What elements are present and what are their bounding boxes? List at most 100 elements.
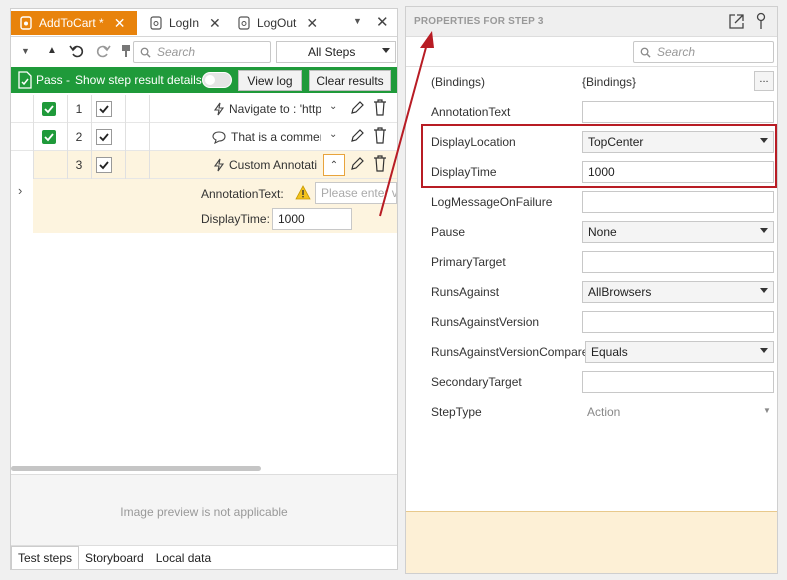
- show-details-toggle[interactable]: [202, 72, 232, 88]
- action-bolt-icon: [213, 102, 225, 116]
- property-row-step-type: StepType Action ▼: [406, 397, 777, 427]
- annotation-text-input[interactable]: Please enter valu: [315, 182, 397, 204]
- step-row[interactable]: 2 That is a commer ⌄: [11, 123, 397, 151]
- collapse-chevron-icon[interactable]: ▼: [21, 46, 30, 56]
- steps-search-input[interactable]: Search: [133, 41, 271, 63]
- move-up-icon[interactable]: ▲: [47, 45, 57, 56]
- property-label: PrimaryTarget: [431, 255, 506, 269]
- step-row-selected[interactable]: 3 Custom Annotati ⌃: [11, 151, 397, 179]
- step-number: 1: [75, 102, 83, 116]
- properties-title: PROPERTIES FOR STEP 3: [414, 16, 544, 27]
- step-result-check-icon: [42, 102, 56, 116]
- bindings-edit-button[interactable]: ...: [754, 71, 774, 91]
- step-description: That is a commer: [231, 130, 321, 144]
- search-icon: [140, 47, 151, 58]
- step-enabled-checkbox[interactable]: [96, 101, 112, 117]
- tab-addtocart[interactable]: AddToCart * ✕: [11, 11, 137, 35]
- property-row-primary-target: PrimaryTarget: [406, 247, 777, 277]
- version-compare-select[interactable]: Equals: [585, 341, 774, 363]
- step-number: 2: [75, 130, 83, 144]
- log-message-field[interactable]: [582, 191, 774, 213]
- property-row-runs-against-version: RunsAgainstVersion: [406, 307, 777, 337]
- display-time-input[interactable]: 1000: [272, 208, 352, 230]
- tab-storyboard[interactable]: Storyboard: [79, 546, 150, 569]
- step-inline-editor: AnnotationText: Please enter valu Displa…: [33, 179, 397, 233]
- pause-select[interactable]: None: [582, 221, 774, 243]
- row-expander[interactable]: ›: [11, 179, 33, 233]
- properties-search-input[interactable]: Search: [633, 41, 774, 63]
- undo-icon[interactable]: [69, 43, 85, 59]
- property-label: RunsAgainstVersionCompare: [431, 345, 589, 359]
- property-value: {Bindings}: [582, 75, 637, 89]
- tab-list-chevron-icon[interactable]: ▼: [353, 16, 362, 26]
- action-bolt-icon: [213, 158, 225, 172]
- close-icon[interactable]: ✕: [209, 15, 221, 32]
- search-icon: [640, 47, 651, 58]
- filter-value: All Steps: [308, 45, 356, 59]
- test-tab-bar: AddToCart * ✕ LogIn ✕ LogOut ✕ ▼ ✕: [11, 9, 397, 37]
- view-log-button[interactable]: View log: [238, 70, 302, 91]
- property-row-runs-against-version-compare: RunsAgainstVersionCompare Equals: [406, 337, 777, 367]
- test-file-icon: [150, 16, 162, 30]
- steps-filter-dropdown[interactable]: All Steps: [276, 41, 396, 63]
- result-status: Pass -: [36, 73, 71, 87]
- property-label: AnnotationText: [431, 105, 511, 119]
- tab-login[interactable]: LogIn ✕: [141, 11, 227, 35]
- tab-label: LogIn: [169, 16, 200, 30]
- select-value: AllBrowsers: [588, 285, 652, 299]
- step-number: 3: [75, 158, 83, 172]
- property-row-secondary-target: SecondaryTarget: [406, 367, 777, 397]
- annotation-text-label: AnnotationText:: [201, 187, 284, 201]
- result-bar: Pass - Show step result details View log…: [11, 67, 397, 93]
- close-all-icon[interactable]: ✕: [376, 13, 389, 31]
- step-enabled-checkbox[interactable]: [96, 157, 112, 173]
- close-icon[interactable]: ✕: [306, 15, 318, 32]
- step-type-icon[interactable]: [121, 44, 131, 58]
- property-row-annotation-text: AnnotationText: [406, 97, 777, 127]
- chevron-right-icon[interactable]: ›: [18, 183, 22, 198]
- chevron-down-icon: [382, 48, 390, 53]
- edit-pencil-icon[interactable]: [349, 156, 365, 172]
- horizontal-scrollbar[interactable]: [11, 466, 261, 471]
- pin-icon[interactable]: [755, 12, 767, 30]
- chevron-down-icon: [760, 348, 768, 353]
- property-label: Pause: [431, 225, 466, 239]
- delete-trash-icon[interactable]: [373, 127, 387, 144]
- step-type-value: Action: [587, 405, 621, 419]
- property-label: (Bindings): [431, 75, 486, 89]
- pop-out-icon[interactable]: [728, 13, 745, 30]
- step-enabled-checkbox[interactable]: [96, 129, 112, 145]
- comment-bubble-icon: [212, 131, 226, 144]
- collapse-chevron-up-icon[interactable]: ⌃: [323, 154, 345, 176]
- annotation-text-field[interactable]: [582, 101, 774, 123]
- step-row[interactable]: 1 Navigate to : 'http ⌄: [11, 95, 397, 123]
- chevron-down-icon: ▼: [763, 406, 771, 415]
- clear-results-button[interactable]: Clear results: [309, 70, 391, 91]
- secondary-target-field[interactable]: [582, 371, 774, 393]
- expand-chevron-icon[interactable]: ⌄: [329, 129, 337, 140]
- tab-local-data[interactable]: Local data: [150, 546, 217, 569]
- edit-pencil-icon[interactable]: [349, 100, 365, 116]
- chevron-down-icon: [760, 288, 768, 293]
- tab-test-steps[interactable]: Test steps: [11, 546, 80, 569]
- runs-against-select[interactable]: AllBrowsers: [582, 281, 774, 303]
- expand-chevron-icon[interactable]: ⌄: [329, 101, 337, 112]
- properties-description-area: [406, 511, 777, 573]
- display-time-label: DisplayTime:: [201, 212, 270, 226]
- result-file-icon: [18, 71, 32, 89]
- property-label: LogMessageOnFailure: [431, 195, 553, 209]
- property-label: RunsAgainst: [431, 285, 500, 299]
- property-row-runs-against: RunsAgainst AllBrowsers: [406, 277, 777, 307]
- tab-logout[interactable]: LogOut ✕: [229, 11, 325, 35]
- delete-trash-icon[interactable]: [373, 155, 387, 172]
- property-label: SecondaryTarget: [431, 375, 522, 389]
- test-steps-panel: AddToCart * ✕ LogIn ✕ LogOut ✕ ▼ ✕ ▼ ▲ S…: [10, 8, 398, 570]
- primary-target-field[interactable]: [582, 251, 774, 273]
- image-preview: Image preview is not applicable: [11, 474, 397, 549]
- edit-pencil-icon[interactable]: [349, 128, 365, 144]
- runs-against-version-field[interactable]: [582, 311, 774, 333]
- close-icon[interactable]: ✕: [114, 15, 126, 32]
- delete-trash-icon[interactable]: [373, 99, 387, 116]
- step-result-check-icon: [42, 130, 56, 144]
- redo-icon[interactable]: [95, 43, 111, 59]
